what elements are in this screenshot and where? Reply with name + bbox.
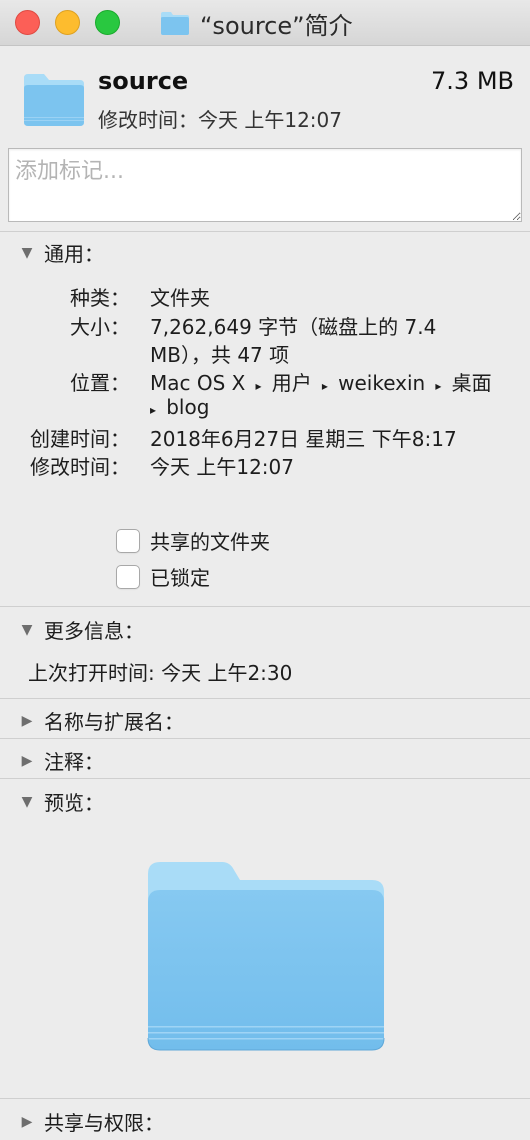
shared-folder-checkbox-row[interactable]: 共享的文件夹 bbox=[116, 526, 270, 555]
window-title-text: “source”简介 bbox=[200, 11, 353, 40]
close-button[interactable] bbox=[15, 10, 40, 35]
size-label: 大小： bbox=[70, 315, 130, 339]
shared-folder-label: 共享的文件夹 bbox=[150, 530, 270, 554]
zoom-button[interactable] bbox=[95, 10, 120, 35]
locked-label: 已锁定 bbox=[150, 566, 210, 590]
section-sharing-heading: 共享与权限： bbox=[44, 1111, 164, 1135]
window-title: “source”简介 bbox=[160, 8, 353, 40]
path-item: blog bbox=[166, 395, 210, 419]
minimize-button[interactable] bbox=[55, 10, 80, 35]
kind-label: 种类： bbox=[70, 286, 130, 310]
section-sharing-toggle[interactable]: ▶ 共享与权限： bbox=[18, 1107, 164, 1136]
kind-value: 文件夹 bbox=[150, 286, 210, 310]
title-bar: “source”简介 bbox=[0, 0, 530, 46]
size-value-continued: MB），共 47 项 bbox=[150, 343, 290, 367]
created-value: 2018年6月27日 星期三 下午8:17 bbox=[150, 427, 457, 451]
path-separator-icon: ▸ bbox=[431, 379, 446, 393]
locked-checkbox[interactable] bbox=[116, 564, 140, 589]
folder-icon bbox=[161, 12, 189, 35]
modified-label: 修改时间： bbox=[30, 455, 130, 479]
folder-preview-icon bbox=[147, 862, 385, 1051]
created-label: 创建时间： bbox=[30, 427, 130, 451]
modified-summary: 修改时间：今天 上午12:07 bbox=[98, 108, 342, 132]
section-comments-toggle[interactable]: ▶ 注释： bbox=[18, 746, 104, 775]
size-value: 7,262,649 字节（磁盘上的 7.4 bbox=[150, 315, 437, 339]
path-separator-icon: ▸ bbox=[318, 379, 332, 393]
section-preview-heading: 预览： bbox=[44, 791, 104, 815]
divider bbox=[0, 738, 530, 739]
section-more-info-heading: 更多信息： bbox=[44, 619, 144, 643]
tags-input[interactable] bbox=[8, 148, 522, 222]
path-item: weikexin bbox=[338, 371, 426, 395]
disclosure-triangle-down-icon: ▼ bbox=[21, 621, 33, 638]
modified-value: 今天 上午12:07 bbox=[150, 455, 294, 479]
path-item: 用户 bbox=[271, 371, 312, 395]
section-preview-toggle[interactable]: ▼ 预览： bbox=[18, 787, 104, 816]
disclosure-triangle-down-icon: ▼ bbox=[21, 793, 33, 810]
where-label: 位置： bbox=[70, 371, 130, 395]
where-path-continued: ▸ blog bbox=[150, 395, 209, 419]
path-item: 桌面 bbox=[451, 371, 492, 395]
section-name-ext-toggle[interactable]: ▶ 名称与扩展名： bbox=[18, 706, 184, 735]
shared-folder-checkbox[interactable] bbox=[116, 528, 140, 553]
locked-checkbox-row[interactable]: 已锁定 bbox=[116, 562, 210, 591]
file-name: source bbox=[98, 67, 189, 95]
where-path: Mac OS X ▸ 用户 ▸ weikexin ▸ 桌面 bbox=[150, 367, 492, 396]
path-item: Mac OS X bbox=[150, 371, 246, 395]
section-name-ext-heading: 名称与扩展名： bbox=[44, 710, 184, 734]
divider bbox=[0, 698, 530, 699]
disclosure-triangle-down-icon: ▼ bbox=[21, 244, 33, 261]
disclosure-triangle-right-icon: ▶ bbox=[21, 752, 33, 769]
section-general-heading: 通用： bbox=[44, 242, 104, 266]
divider bbox=[0, 606, 530, 607]
folder-icon bbox=[24, 74, 84, 126]
last-opened: 上次打开时间: 今天 上午2:30 bbox=[28, 661, 293, 685]
disclosure-triangle-right-icon: ▶ bbox=[21, 712, 33, 729]
path-separator-icon: ▸ bbox=[251, 379, 266, 393]
divider bbox=[0, 778, 530, 779]
path-separator-icon: ▸ bbox=[150, 403, 160, 417]
divider bbox=[0, 231, 530, 232]
section-more-info-toggle[interactable]: ▼ 更多信息： bbox=[18, 615, 144, 644]
divider bbox=[0, 1098, 530, 1099]
section-general-toggle[interactable]: ▼ 通用： bbox=[18, 238, 104, 267]
file-size: 7.3 MB bbox=[431, 67, 514, 95]
disclosure-triangle-right-icon: ▶ bbox=[21, 1113, 33, 1130]
section-comments-heading: 注释： bbox=[44, 750, 104, 774]
